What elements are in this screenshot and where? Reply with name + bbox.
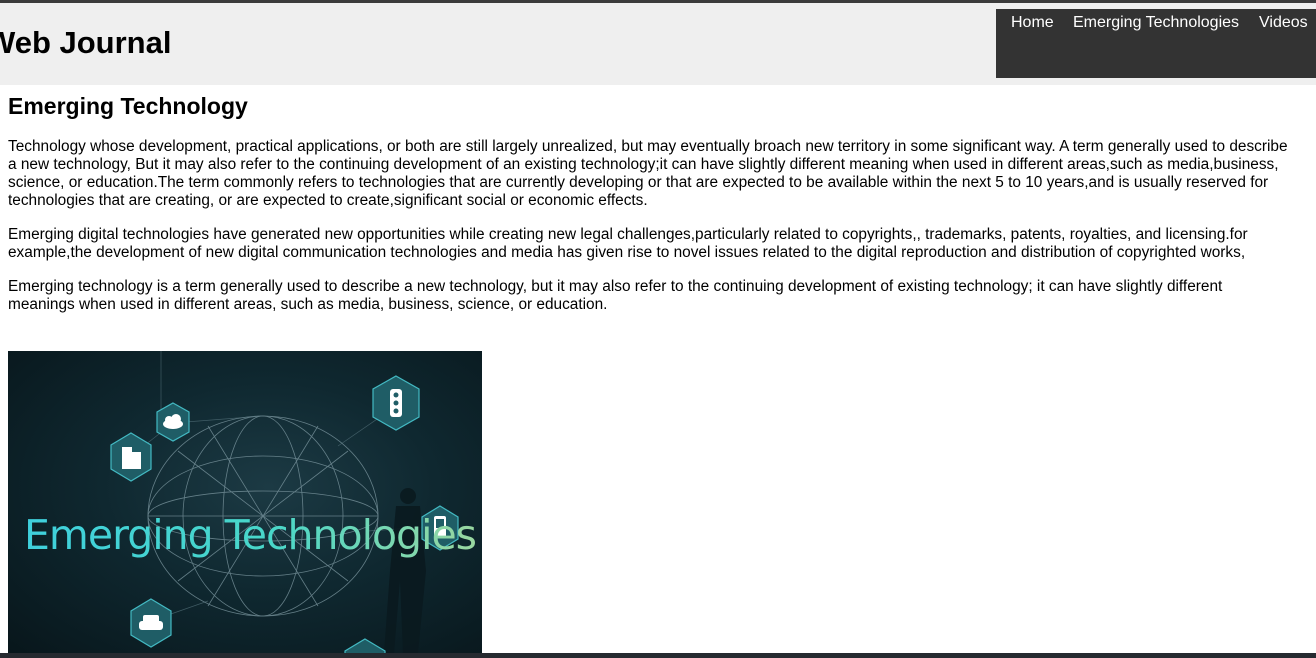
taskbar-strip [0, 653, 1316, 658]
partial-hex-icon [344, 638, 386, 653]
emerging-technologies-image: Emerging Technologies [8, 351, 482, 653]
site-header: Web Journal Home Emerging Technologies V… [0, 3, 1316, 85]
article-paragraph: Emerging technology is a term generally … [8, 278, 1223, 313]
article: Emerging Technology Technology whose dev… [8, 92, 1298, 330]
article-paragraph: Technology whose development, practical … [8, 138, 1288, 209]
article-paragraph: Emerging digital technologies have gener… [8, 226, 1248, 261]
building-icon [110, 432, 152, 482]
cloud-icon [156, 402, 190, 442]
traffic-light-icon [372, 375, 420, 431]
nav-emerging-technologies-link[interactable]: Emerging Technologies [1073, 14, 1239, 32]
site-title: Web Journal [0, 25, 172, 60]
image-caption: Emerging Technologies [24, 511, 477, 559]
article-title: Emerging Technology [8, 93, 248, 119]
car-icon [130, 598, 172, 648]
nav-home-link[interactable]: Home [1011, 14, 1054, 32]
nav-videos-link[interactable]: Videos [1259, 14, 1308, 32]
hero-illustration [110, 351, 459, 653]
top-nav: Home Emerging Technologies Videos [996, 9, 1316, 78]
